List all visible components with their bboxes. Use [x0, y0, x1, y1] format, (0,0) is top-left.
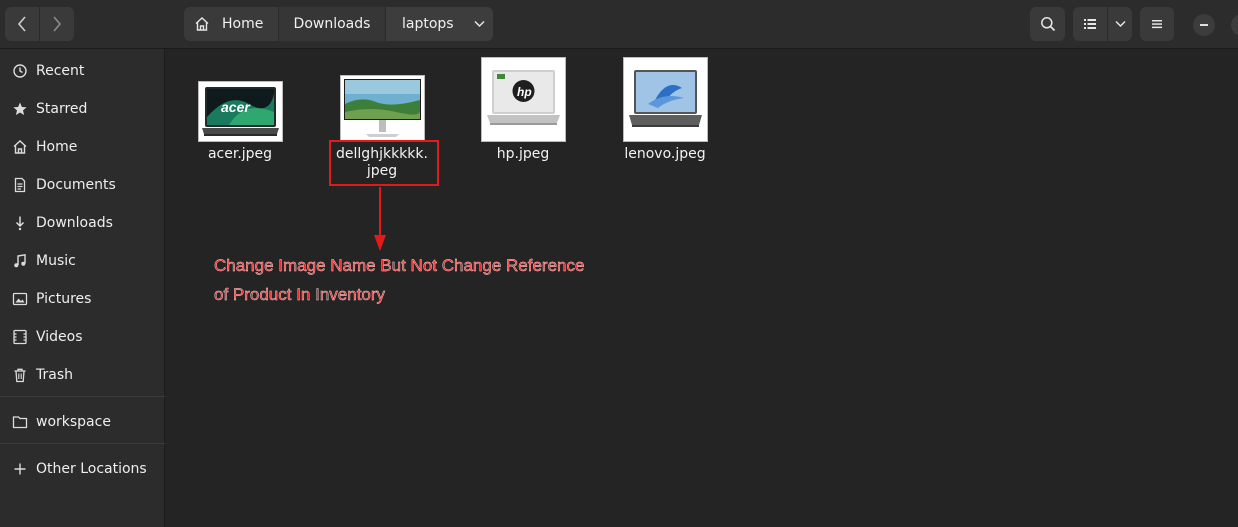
sidebar-item-label: Recent	[36, 63, 85, 79]
sidebar-item-label: Videos	[36, 329, 83, 345]
sidebar-divider	[0, 396, 165, 397]
breadcrumb-home[interactable]: Home	[184, 7, 279, 41]
file-thumbnail: hp	[480, 57, 566, 142]
annotation-line: of Product In Inventory	[214, 285, 386, 304]
chevron-left-icon	[17, 16, 26, 32]
search-button[interactable]	[1030, 7, 1065, 41]
svg-text:acer: acer	[221, 99, 251, 115]
sidebar-item-pictures[interactable]: Pictures	[0, 282, 165, 316]
svg-text:hp: hp	[517, 85, 532, 99]
sidebar-item-label: Music	[36, 253, 76, 269]
header-bar: Home Downloads laptops	[0, 0, 1238, 49]
maximize-button[interactable]	[1231, 14, 1238, 36]
sidebar-item-label: Starred	[36, 101, 88, 117]
breadcrumb: Home Downloads laptops	[184, 7, 493, 41]
sidebar-item-other-locations[interactable]: Other Locations	[0, 452, 165, 486]
sidebar-item-label: Home	[36, 139, 78, 155]
folder-icon	[11, 413, 29, 431]
list-view-icon	[1084, 19, 1096, 29]
annotation-text: Change Image Name But Not Change Referen…	[214, 251, 674, 309]
trash-icon	[11, 366, 29, 384]
hp-laptop-image: hp	[481, 58, 565, 141]
hamburger-icon	[1152, 20, 1162, 29]
plus-icon	[11, 460, 29, 478]
file-thumbnail	[339, 75, 425, 142]
breadcrumb-home-label: Home	[222, 16, 264, 32]
minimize-icon	[1200, 24, 1208, 26]
file-name: lenovo.jpeg	[624, 146, 706, 162]
breadcrumb-downloads-label: Downloads	[293, 16, 371, 32]
view-options-button[interactable]	[1108, 7, 1132, 41]
sidebar-item-starred[interactable]: Starred	[0, 92, 165, 126]
sidebar-divider	[0, 443, 165, 444]
sidebar-item-label: Pictures	[36, 291, 92, 307]
music-icon	[11, 252, 29, 270]
file-item-acer[interactable]: acer acer.jpeg	[180, 81, 300, 163]
list-view-button[interactable]	[1073, 7, 1107, 41]
home-icon	[195, 17, 209, 31]
document-icon	[11, 176, 29, 194]
clock-icon	[11, 62, 29, 80]
file-thumbnail	[622, 57, 708, 142]
sidebar: Recent Starred Home Documents Downloads …	[0, 49, 165, 527]
video-icon	[11, 328, 29, 346]
sidebar-item-trash[interactable]: Trash	[0, 358, 165, 392]
sidebar-item-label: workspace	[36, 414, 111, 430]
highlight-box	[329, 140, 439, 186]
breadcrumb-downloads[interactable]: Downloads	[279, 7, 386, 41]
home-icon	[11, 138, 29, 156]
chevron-right-icon	[53, 16, 62, 32]
sidebar-item-label: Documents	[36, 177, 116, 193]
picture-icon	[11, 290, 29, 308]
chevron-down-icon	[474, 20, 485, 28]
sidebar-item-workspace[interactable]: workspace	[0, 405, 165, 439]
sidebar-item-home[interactable]: Home	[0, 130, 165, 164]
acer-laptop-image: acer	[198, 82, 282, 141]
sidebar-item-label: Trash	[36, 367, 73, 383]
sidebar-item-recent[interactable]: Recent	[0, 54, 165, 88]
sidebar-item-label: Other Locations	[36, 461, 147, 477]
main-menu-button[interactable]	[1140, 7, 1174, 41]
sidebar-item-videos[interactable]: Videos	[0, 320, 165, 354]
breadcrumb-laptops[interactable]: laptops	[386, 7, 493, 41]
file-thumbnail: acer	[197, 81, 283, 142]
star-icon	[11, 100, 29, 118]
annotation-line: Change Image Name But Not Change Referen…	[214, 256, 585, 275]
minimize-button[interactable]	[1193, 14, 1215, 36]
breadcrumb-laptops-label: laptops	[402, 16, 454, 32]
forward-button[interactable]	[40, 7, 74, 41]
file-item-lenovo[interactable]: lenovo.jpeg	[605, 57, 725, 163]
file-item-hp[interactable]: hp hp.jpeg	[463, 57, 583, 163]
file-name: acer.jpeg	[207, 146, 273, 162]
dell-monitor-image	[340, 76, 424, 141]
back-button[interactable]	[5, 7, 39, 41]
download-icon	[11, 214, 29, 232]
sidebar-item-downloads[interactable]: Downloads	[0, 206, 165, 240]
file-name: hp.jpeg	[496, 146, 550, 162]
chevron-down-icon	[1114, 20, 1126, 28]
search-icon	[1040, 17, 1055, 32]
sidebar-item-documents[interactable]: Documents	[0, 168, 165, 202]
lenovo-laptop-image	[623, 58, 707, 141]
arrow-down-icon	[374, 187, 386, 251]
sidebar-item-label: Downloads	[36, 215, 113, 231]
sidebar-item-music[interactable]: Music	[0, 244, 165, 278]
